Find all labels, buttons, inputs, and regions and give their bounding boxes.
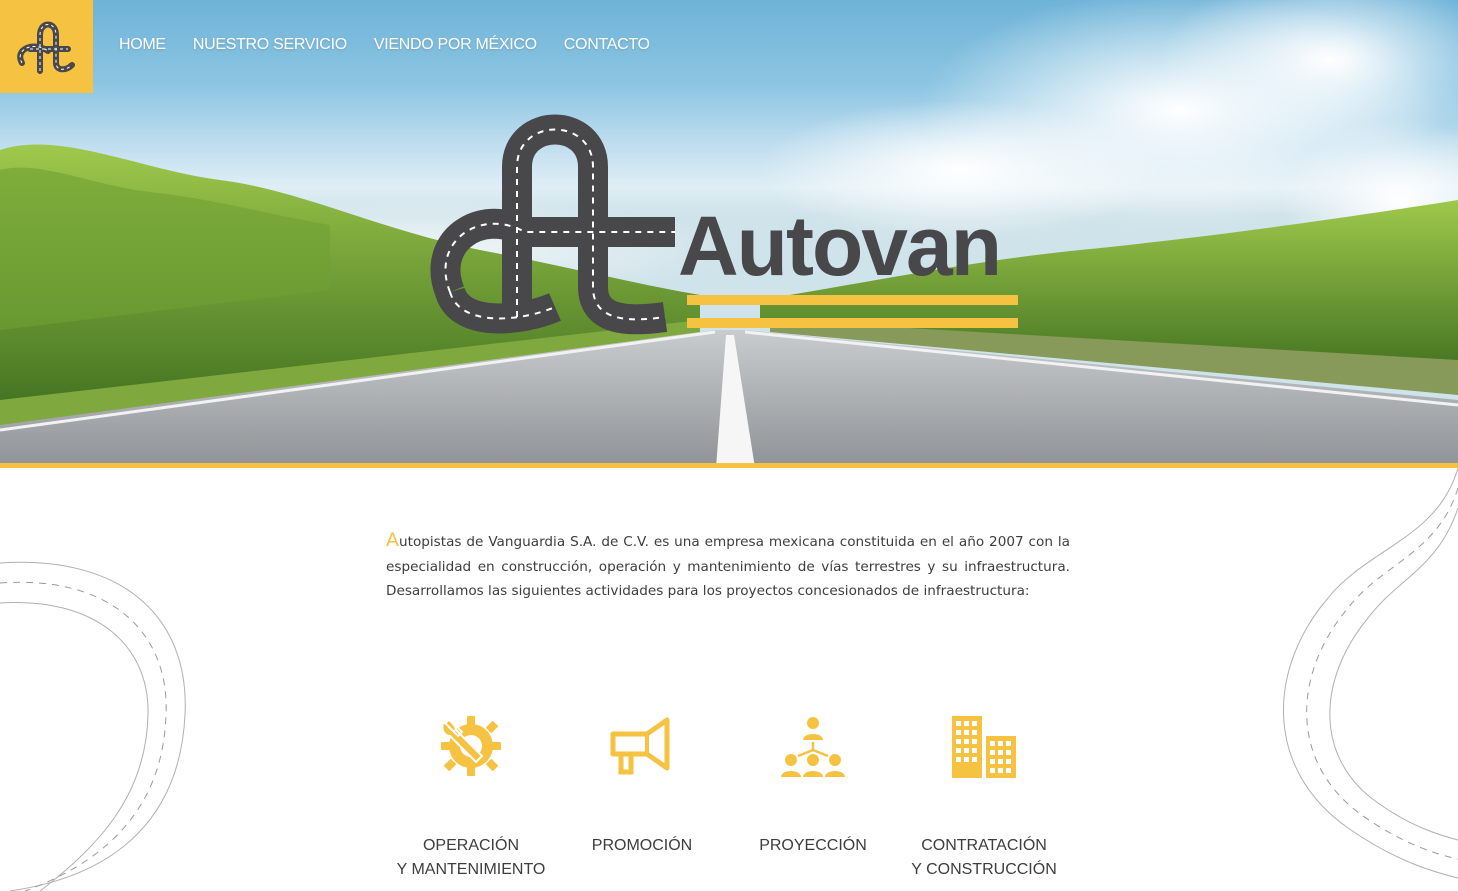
brand-underline-top: [687, 295, 1018, 305]
brand-underline-bottom: [687, 318, 1018, 328]
autovan-road-a-icon: [16, 21, 75, 74]
hero-banner: HOME NUESTRO SERVICIO VIENDO POR MÉXICO …: [0, 0, 1458, 468]
service-label-line2: Y CONSTRUCCIÓN: [911, 861, 1057, 878]
gear-wrench-icon: [441, 715, 501, 776]
service-label-line1: CONTRATACIÓN: [921, 837, 1047, 854]
service-label-line1: PROMOCIÓN: [591, 837, 693, 854]
site-logo[interactable]: [0, 0, 93, 93]
brand-road-a-icon: [430, 114, 675, 335]
service-label-line1: PROYECCIÓN: [759, 837, 867, 854]
service-label-line1: OPERACIÓN: [422, 837, 519, 854]
decorative-road-right: [1283, 468, 1458, 879]
buildings-icon: [952, 716, 1016, 778]
hero-bottom-border: [0, 463, 1458, 468]
service-label-line2: Y MANTENIMIENTO: [396, 861, 546, 878]
intro-dropcap: A: [386, 529, 399, 551]
service-operacion-mantenimiento[interactable]: OPERACIÓN Y MANTENIMIENTO: [386, 710, 556, 878]
service-label: OPERACIÓN Y MANTENIMIENTO: [376, 834, 566, 882]
service-proyeccion[interactable]: PROYECCIÓN: [728, 710, 898, 854]
brand-logo: Autovan: [425, 112, 1025, 337]
intro-text: utopistas de Vanguardia S.A. de C.V. es …: [386, 534, 1070, 599]
decorative-road-left: [0, 561, 186, 891]
service-label: PROMOCIÓN: [547, 834, 737, 858]
service-label: PROYECCIÓN: [718, 834, 908, 858]
service-label: CONTRATACIÓN Y CONSTRUCCIÓN: [889, 834, 1079, 882]
nav-nuestro-servicio[interactable]: NUESTRO SERVICIO: [193, 36, 347, 54]
nav-home[interactable]: HOME: [119, 36, 166, 54]
nav-contacto[interactable]: CONTACTO: [564, 36, 650, 54]
team-network-icon: [781, 717, 845, 777]
main-navigation: HOME NUESTRO SERVICIO VIENDO POR MÉXICO …: [119, 36, 677, 54]
service-promocion[interactable]: PROMOCIÓN: [557, 710, 727, 854]
brand-name: Autovan: [678, 199, 1002, 293]
service-contratacion-construccion[interactable]: CONTRATACIÓN Y CONSTRUCCIÓN: [899, 710, 1069, 878]
megaphone-icon: [610, 717, 670, 775]
nav-viendo-por-mexico[interactable]: VIENDO POR MÉXICO: [374, 36, 537, 54]
company-intro: Autopistas de Vanguardia S.A. de C.V. es…: [386, 528, 1070, 604]
